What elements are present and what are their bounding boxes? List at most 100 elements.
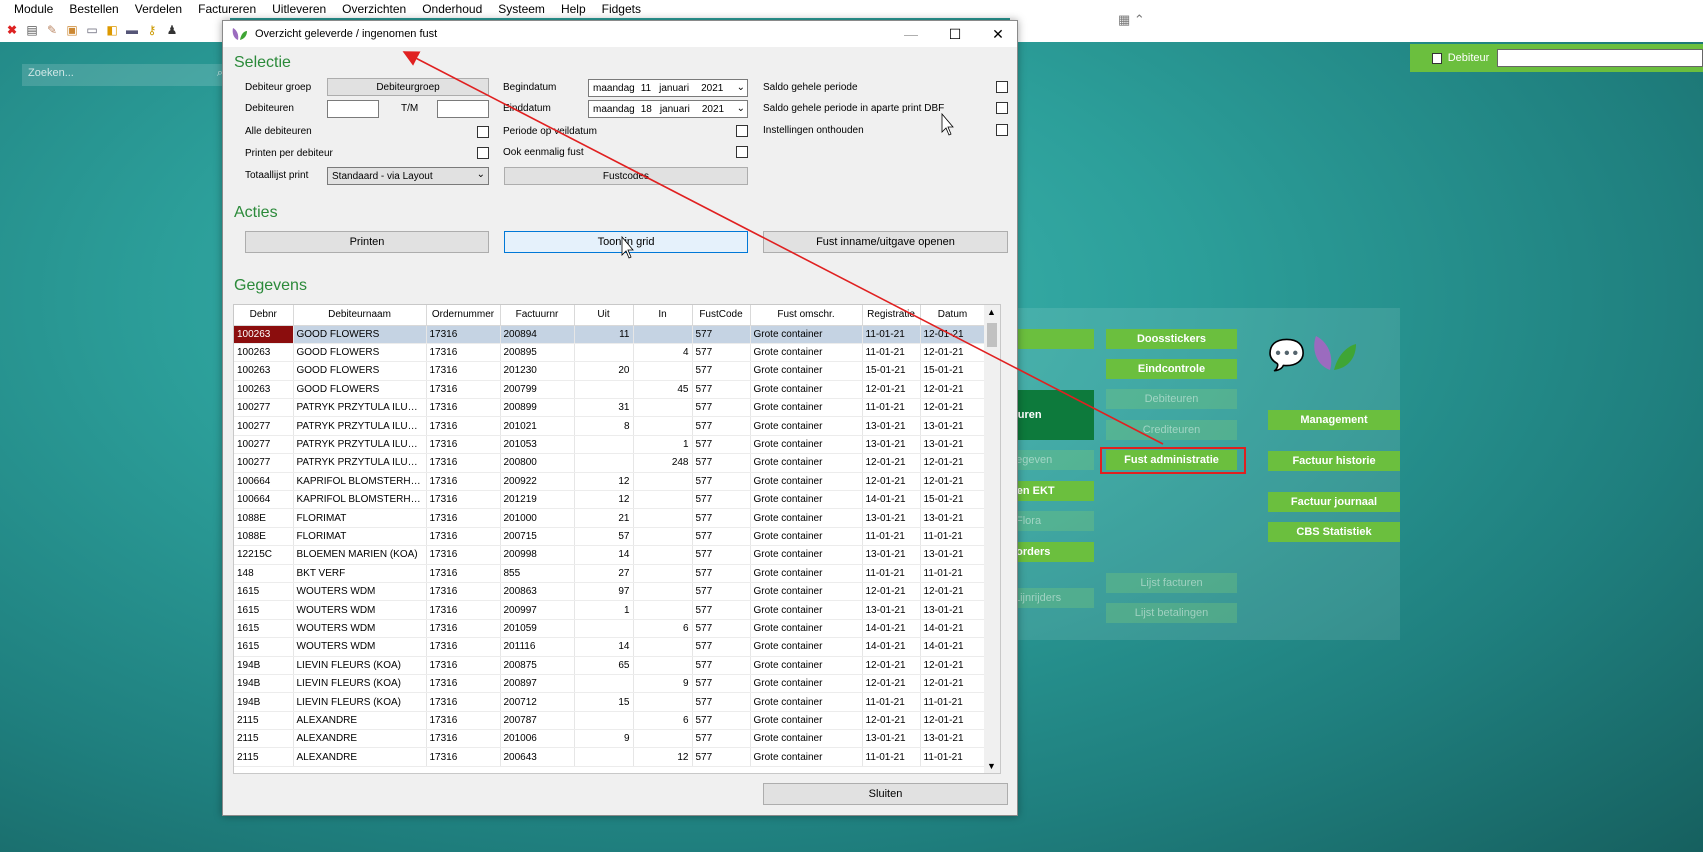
table-row[interactable]: 194B LIEVIN FLEURS (KOA) 17316 200875 65 577 G… <box>234 656 986 675</box>
table-row[interactable]: 100664KAPRIFOL BLOMSTERHANDEL17316201219… <box>234 490 986 510</box>
table-row[interactable]: 1615 WOUTERS WDM 17316 200997 1 577 Grote cont… <box>234 600 986 620</box>
menu-factureren[interactable]: Factureren <box>190 0 264 18</box>
begindatum-picker[interactable]: maandag 11 januari 2021 ⌄ <box>588 79 748 97</box>
card-icon[interactable]: ▬ <box>124 22 140 38</box>
table-row[interactable]: 148 BKT VERF 17316 855 27 577 Grote container 1… <box>234 564 986 583</box>
table-row[interactable]: 100263 GOOD FLOWERS 17316 200894 11 577 Grote … <box>234 325 986 344</box>
table-cell: 11 <box>574 325 634 344</box>
table-cell: 17316 <box>426 674 501 694</box>
instellingen-onthouden-checkbox[interactable] <box>996 124 1008 136</box>
menu-onderhoud[interactable]: Onderhoud <box>414 0 490 18</box>
user-icon[interactable]: ♟ <box>164 22 180 38</box>
table-row[interactable]: 1615 WOUTERS WDM 17316 201116 14 577 Grote con… <box>234 637 986 657</box>
column-header-debiteurnaam[interactable]: Debiteurnaam <box>293 305 427 326</box>
menu-uitleveren[interactable]: Uitleveren <box>264 0 334 18</box>
eindcontrole-button[interactable]: Eindcontrole <box>1106 359 1237 379</box>
einddatum-picker[interactable]: maandag 18 januari 2021 ⌄ <box>588 100 748 118</box>
column-header-factuurnr[interactable]: Factuurnr <box>500 305 575 326</box>
table-row[interactable]: 1615 WOUTERS WDM 17316 201059 6 577 Grote cont… <box>234 619 986 639</box>
report-icon[interactable]: ▤ <box>24 22 40 38</box>
crediteuren-button[interactable]: Crediteuren <box>1106 420 1237 440</box>
debiteuren-from-field[interactable] <box>327 100 379 118</box>
alle-debiteuren-checkbox[interactable] <box>477 126 489 138</box>
factuur-journaal-button[interactable]: Factuur journaal <box>1268 492 1400 512</box>
menu-overzichten[interactable]: Overzichten <box>334 0 414 18</box>
debiteur-input[interactable] <box>1497 49 1703 67</box>
column-header-fustcode[interactable]: FustCode <box>692 305 751 326</box>
scroll-up-icon[interactable]: ▲ <box>987 307 996 317</box>
debiteurgroep-button[interactable]: Debiteurgroep <box>327 78 489 96</box>
table-row[interactable]: 2115 ALEXANDRE 17316 201006 9 577 Grote contai… <box>234 729 986 749</box>
column-header-in[interactable]: In <box>633 305 693 326</box>
ook-eenmalig-fust-checkbox[interactable] <box>736 146 748 158</box>
printen-button[interactable]: Printen <box>245 231 489 253</box>
periode-veildatum-checkbox[interactable] <box>736 125 748 137</box>
menu-verdelen[interactable]: Verdelen <box>127 0 190 18</box>
table-row[interactable]: 100277 PATRYK PRZYTULA ILUZJA 17316 201053 1… <box>234 435 986 455</box>
maximize-icon[interactable]: ☐ <box>934 21 976 47</box>
table-row[interactable]: 2115 ALEXANDRE 17316 200787 6 577 Grote contai… <box>234 711 986 731</box>
fust-inname-uitgave-button[interactable]: Fust inname/uitgave openen <box>763 231 1008 253</box>
table-row[interactable]: 2115 ALEXANDRE 17316 200643 12 577 Grote conta… <box>234 747 986 767</box>
lijst-facturen-button[interactable]: Lijst facturen <box>1106 573 1237 593</box>
table-row[interactable]: 1088E FLORIMAT 17316 201000 21 577 Grote conta… <box>234 508 986 528</box>
dialog-titlebar[interactable]: Overzicht geleverde / ingenomen fust — ☐… <box>223 21 1017 47</box>
column-header-ordernummer[interactable]: Ordernummer <box>426 305 501 326</box>
debiteuren-button[interactable]: Debiteuren <box>1106 389 1237 409</box>
menu-module[interactable]: Module <box>0 0 61 18</box>
factuur-historie-button[interactable]: Factuur historie <box>1268 451 1400 471</box>
table-row[interactable]: 194B LIEVIN FLEURS (KOA) 17316 200712 15 577 G… <box>234 692 986 712</box>
column-header-uit[interactable]: Uit <box>574 305 634 326</box>
doosstickers-button[interactable]: Doosstickers <box>1106 329 1237 349</box>
scroll-down-icon[interactable]: ▼ <box>987 761 996 771</box>
table-row[interactable]: 100277 PATRYK PRZYTULA ILUZJA 17316 200800 2… <box>234 453 986 473</box>
box-icon[interactable]: ▣ <box>64 22 80 38</box>
menu-help[interactable]: Help <box>553 0 594 18</box>
table-row[interactable]: 194B LIEVIN FLEURS (KOA) 17316 200897 9 577 Gr… <box>234 674 986 694</box>
management-button[interactable]: Management <box>1268 410 1400 430</box>
search-input[interactable]: Zoeken... ⌕ <box>22 64 228 86</box>
menu-systeem[interactable]: Systeem <box>490 0 553 18</box>
layout-toggle-icon[interactable]: ▦ ⌃ <box>1118 12 1145 28</box>
edit-doc-icon[interactable]: ✎ <box>44 22 60 38</box>
table-row[interactable]: 100263 GOOD FLOWERS 17316 200799 45 577 Grote … <box>234 380 986 400</box>
column-header-fust-omschr[interactable]: Fust omschr. <box>750 305 863 326</box>
column-header-datum[interactable]: Datum <box>920 305 986 326</box>
saldo-aparte-checkbox[interactable] <box>996 102 1008 114</box>
table-cell: 11-01-21 <box>920 692 986 712</box>
scroll-thumb[interactable] <box>987 323 997 347</box>
table-row[interactable]: 1088E FLORIMAT 17316 200715 57 577 Grote conta… <box>234 527 986 547</box>
fustcodes-button[interactable]: Fustcodes <box>504 167 748 185</box>
close-icon[interactable]: ✖ <box>4 22 20 38</box>
table-row[interactable]: 12215C BLOEMEN MARIEN (KOA) 17316 200998 14 5… <box>234 545 986 565</box>
vertical-scrollbar[interactable]: ▲ ▼ <box>984 305 1000 773</box>
key-icon[interactable]: ⚷ <box>144 22 160 38</box>
table-row[interactable]: 100664KAPRIFOL BLOMSTERHANDEL17316200922… <box>234 472 986 492</box>
menu-bestellen[interactable]: Bestellen <box>61 0 126 18</box>
table-row[interactable]: 100277 PATRYK PRZYTULA ILUZJA 17316 200899 3… <box>234 398 986 418</box>
menu-fidgets[interactable]: Fidgets <box>594 0 649 18</box>
column-header-debnr[interactable]: Debnr <box>234 305 294 326</box>
printen-per-debiteur-checkbox[interactable] <box>477 147 489 159</box>
sluiten-button[interactable]: Sluiten <box>763 783 1008 805</box>
message-icon[interactable]: ▭ <box>84 22 100 38</box>
minimize-icon[interactable]: — <box>890 21 932 47</box>
toon-in-grid-button[interactable]: Toon in grid <box>504 231 748 253</box>
table-cell: 200863 <box>500 582 575 602</box>
debiteur-checkbox[interactable] <box>1432 52 1442 64</box>
column-header-registratie[interactable]: Registratie <box>862 305 921 326</box>
table-row[interactable]: 1615 WOUTERS WDM 17316 200863 97 577 Grote con… <box>234 582 986 602</box>
totaallijst-print-select[interactable]: Standaard - via Layout ⌄ <box>327 167 489 185</box>
table-row[interactable]: 100263 GOOD FLOWERS 17316 201230 20 577 Grote … <box>234 361 986 381</box>
fust-data-grid[interactable]: Debnr Debiteurnaam Ordernummer Factuurnr Uit… <box>233 304 1001 774</box>
debiteuren-to-field[interactable] <box>437 100 489 118</box>
cbs-statistiek-button[interactable]: CBS Statistiek <box>1268 522 1400 542</box>
table-cell: 17316 <box>426 619 501 639</box>
lijst-betalingen-button[interactable]: Lijst betalingen <box>1106 603 1237 623</box>
table-row[interactable]: 100277 PATRYK PRZYTULA ILUZJA 17316 201021 8… <box>234 416 986 436</box>
close-window-icon[interactable]: ✕ <box>977 21 1019 47</box>
saldo-periode-checkbox[interactable] <box>996 81 1008 93</box>
table-row[interactable]: 100263 GOOD FLOWERS 17316 200895 4 577 Grote c… <box>234 343 986 363</box>
chat-icon[interactable]: 💬 <box>1268 338 1305 373</box>
package-icon[interactable]: ◧ <box>104 22 120 38</box>
